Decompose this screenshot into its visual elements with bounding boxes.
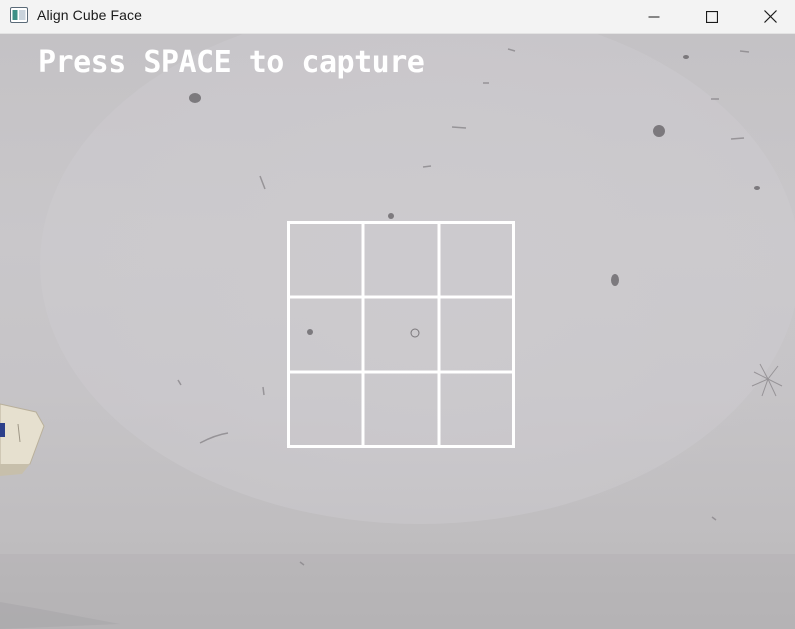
close-icon	[763, 10, 777, 23]
camera-feed: Press SPACE to capture	[0, 34, 795, 629]
minimize-icon	[648, 16, 660, 17]
maximize-button[interactable]	[683, 0, 741, 33]
title-bar: Align Cube Face	[0, 0, 795, 34]
cube-alignment-grid	[287, 221, 515, 448]
grid-border	[287, 221, 515, 448]
maximize-icon	[706, 10, 718, 23]
app-icon	[10, 7, 28, 23]
capture-instruction-text: Press SPACE to capture	[38, 45, 425, 80]
window-title: Align Cube Face	[37, 7, 143, 23]
minimize-button[interactable]	[625, 0, 683, 33]
close-button[interactable]	[741, 0, 795, 33]
